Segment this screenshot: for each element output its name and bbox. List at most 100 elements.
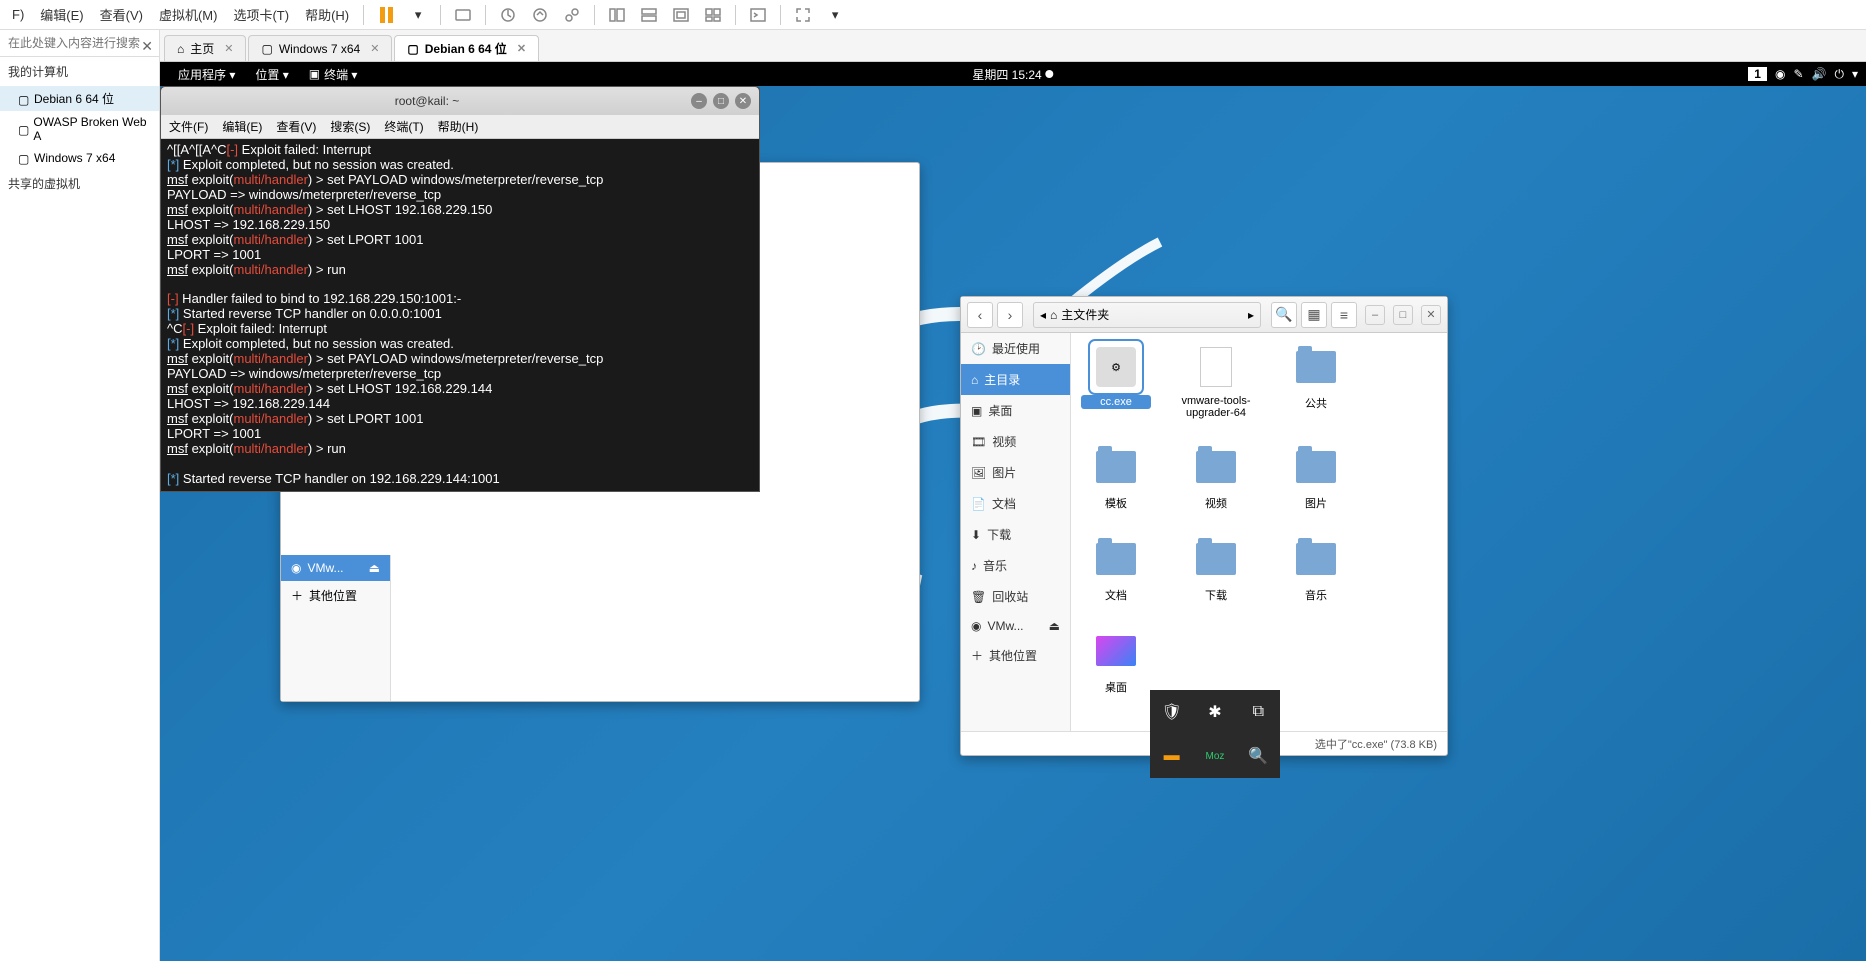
term-menu-search[interactable]: 搜索(S): [330, 118, 370, 135]
tab-close-icon[interactable]: ✕: [517, 42, 526, 55]
menu-tabs[interactable]: 选项卡(T): [225, 1, 297, 28]
fm-content[interactable]: ⚙cc.exe vmware-tools-upgrader-64 公共模板视频图片文…: [1071, 333, 1447, 731]
tray-shield-icon[interactable]: 🛡: [1150, 690, 1193, 734]
volume-icon[interactable]: 🔊: [1812, 67, 1827, 81]
places-menu[interactable]: 位置 ▾: [245, 66, 298, 83]
sidebar-item-VMw...[interactable]: ◉VMw...⏏: [961, 612, 1070, 640]
pause-button[interactable]: [374, 3, 398, 27]
console-button[interactable]: [746, 3, 770, 27]
snapshot-revert-button[interactable]: [528, 3, 552, 27]
sidebar-item-其他位置[interactable]: ＋其他位置: [961, 640, 1070, 671]
maximize-button[interactable]: □: [713, 93, 729, 109]
maximize-button[interactable]: □: [1393, 305, 1413, 325]
sidebar-item-other[interactable]: ＋其他位置: [281, 581, 390, 610]
menu-view[interactable]: 查看(V): [92, 1, 151, 28]
layout-single-button[interactable]: [605, 3, 629, 27]
close-button[interactable]: ✕: [735, 93, 751, 109]
tray-search-icon[interactable]: 🔍: [1237, 734, 1280, 778]
file-item[interactable]: 模板: [1081, 443, 1151, 511]
sidebar-item-文档[interactable]: 📄文档: [961, 488, 1070, 519]
menu-help[interactable]: 帮助(H): [297, 1, 357, 28]
menu-file[interactable]: F): [4, 3, 32, 26]
vm-item-debian[interactable]: ▢Debian 6 64 位: [0, 86, 159, 111]
path-bar[interactable]: ◂ ⌂ 主文件夹 ▸: [1033, 302, 1261, 328]
file-item[interactable]: 视频: [1181, 443, 1251, 511]
minimize-button[interactable]: –: [1365, 305, 1385, 325]
file-item[interactable]: 桌面: [1081, 627, 1151, 695]
menu-dropdown-icon[interactable]: ▾: [1852, 67, 1858, 81]
layout-unity-button[interactable]: [701, 3, 725, 27]
power-dropdown[interactable]: ▾: [406, 3, 430, 27]
terminal-titlebar[interactable]: root@kail: ~ – □ ✕: [161, 87, 759, 115]
term-menu-view[interactable]: 查看(V): [276, 118, 316, 135]
snapshot-manager-button[interactable]: [560, 3, 584, 27]
file-item[interactable]: 公共: [1281, 343, 1351, 419]
tray-copy-icon[interactable]: ⧉: [1237, 690, 1280, 734]
tab-windows7[interactable]: ▢Windows 7 x64✕: [248, 35, 392, 61]
sidebar-close-button[interactable]: ✕: [141, 38, 153, 55]
tray-star-icon[interactable]: ✱: [1193, 690, 1236, 734]
snapshot-button[interactable]: [496, 3, 520, 27]
layout-split-button[interactable]: [637, 3, 661, 27]
clock[interactable]: 星期四 15:24: [972, 66, 1053, 83]
sidebar-item-最近使用[interactable]: 🕑最近使用: [961, 333, 1070, 364]
close-button[interactable]: ✕: [1421, 305, 1441, 325]
file-item[interactable]: 下载: [1181, 535, 1251, 603]
vm-icon: ▢: [261, 42, 272, 56]
my-computer-header[interactable]: 我的计算机: [0, 57, 159, 86]
tray-app-icon[interactable]: Moz: [1193, 734, 1236, 778]
workspace-indicator[interactable]: 1: [1748, 67, 1767, 81]
term-menu-file[interactable]: 文件(F): [169, 118, 208, 135]
sidebar-item-下载[interactable]: ⬇下载: [961, 519, 1070, 550]
menu-edit[interactable]: 编辑(E): [32, 1, 91, 28]
settings-icon[interactable]: ✎: [1793, 67, 1803, 81]
eject-icon[interactable]: ⏏: [1049, 619, 1060, 633]
record-icon[interactable]: ◉: [1775, 67, 1785, 81]
file-item[interactable]: ⚙cc.exe: [1081, 343, 1151, 419]
guest-desktop[interactable]: 应用程序 ▾ 位置 ▾ ▣终端 ▾ 星期四 15:24 1 ◉ ✎ 🔊 ⏻ ▾ …: [160, 62, 1866, 961]
term-menu-terminal[interactable]: 终端(T): [384, 118, 423, 135]
vm-item-win7[interactable]: ▢Windows 7 x64: [0, 147, 159, 169]
file-item[interactable]: 图片: [1281, 443, 1351, 511]
send-ctrl-alt-del-button[interactable]: [451, 3, 475, 27]
file-manager-window[interactable]: ‹ › ◂ ⌂ 主文件夹 ▸ 🔍 ▦ ≡ – □ ✕ 🕑最近使用⌂主目录▣桌面🎞…: [960, 296, 1448, 756]
applications-menu[interactable]: 应用程序 ▾: [168, 66, 245, 83]
menu-button[interactable]: ≡: [1331, 302, 1357, 328]
file-item[interactable]: vmware-tools-upgrader-64: [1181, 343, 1251, 419]
power-icon[interactable]: ⏻: [1834, 67, 1844, 82]
tray-folder-icon[interactable]: ▬: [1150, 734, 1193, 778]
sidebar-item-回收站[interactable]: 🗑回收站: [961, 581, 1070, 612]
sidebar-item-视频[interactable]: 🎞视频: [961, 426, 1070, 457]
fullscreen-dropdown[interactable]: ▾: [823, 3, 847, 27]
shared-vms-header[interactable]: 共享的虚拟机: [0, 169, 159, 198]
view-grid-button[interactable]: ▦: [1301, 302, 1327, 328]
fullscreen-button[interactable]: [791, 3, 815, 27]
sidebar-item-音乐[interactable]: ♪音乐: [961, 550, 1070, 581]
trash-icon: 🗑: [971, 590, 986, 604]
sidebar-item-vmw[interactable]: ◉VMw...⏏: [281, 555, 390, 581]
terminal-output[interactable]: ^[[A^[[A^C[-] Exploit failed: Interrupt[…: [161, 139, 759, 491]
tab-close-icon[interactable]: ✕: [370, 42, 379, 55]
search-button[interactable]: 🔍: [1271, 302, 1297, 328]
vm-item-owasp[interactable]: ▢OWASP Broken Web A: [0, 111, 159, 147]
term-menu-edit[interactable]: 编辑(E): [222, 118, 262, 135]
sidebar-item-主目录[interactable]: ⌂主目录: [961, 364, 1070, 395]
file-item[interactable]: 音乐: [1281, 535, 1351, 603]
tab-debian[interactable]: ▢Debian 6 64 位✕: [394, 35, 539, 61]
image-icon: [1092, 627, 1140, 675]
term-menu-help[interactable]: 帮助(H): [438, 118, 479, 135]
sidebar-item-图片[interactable]: 🖼图片: [961, 457, 1070, 488]
eject-icon[interactable]: ⏏: [369, 561, 380, 575]
tab-home[interactable]: ⌂主页✕: [164, 35, 246, 61]
minimize-button[interactable]: –: [691, 93, 707, 109]
tab-close-icon[interactable]: ✕: [224, 42, 233, 55]
file-item[interactable]: 文档: [1081, 535, 1151, 603]
sidebar-item-桌面[interactable]: ▣桌面: [961, 395, 1070, 426]
nav-back-button[interactable]: ‹: [967, 302, 993, 328]
terminal-window[interactable]: root@kail: ~ – □ ✕ 文件(F) 编辑(E) 查看(V) 搜索(…: [160, 86, 760, 492]
sidebar-search-input[interactable]: [0, 30, 159, 57]
menu-vm[interactable]: 虚拟机(M): [151, 1, 226, 28]
terminal-menu[interactable]: ▣终端 ▾: [299, 66, 368, 83]
layout-thumbnail-button[interactable]: [669, 3, 693, 27]
nav-forward-button[interactable]: ›: [997, 302, 1023, 328]
